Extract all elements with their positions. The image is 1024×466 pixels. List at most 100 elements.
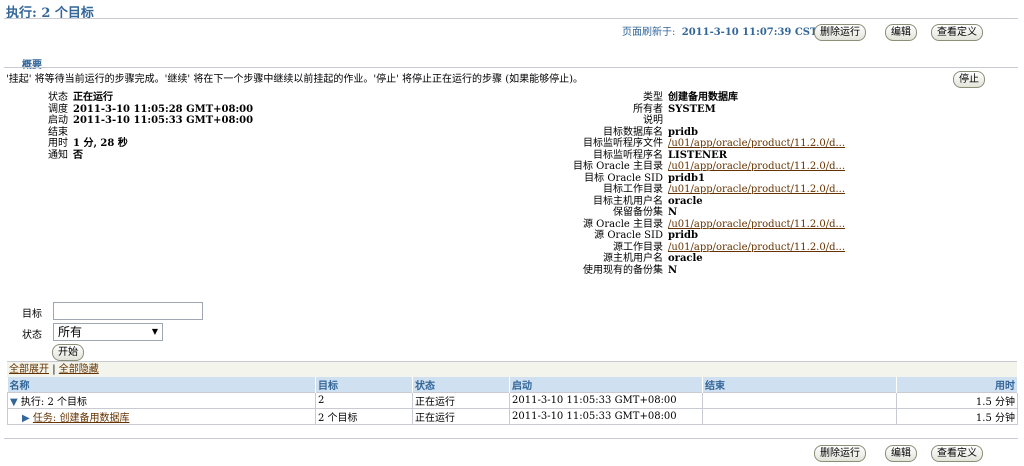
row-end [702,408,897,425]
summary-right-value: N [668,207,678,218]
table-header-row: 名称 目标 状态 启动 结束 用时 [7,377,1018,393]
chevron-down-icon: ▼ [151,327,158,336]
edit-button-bottom[interactable]: 编辑 [885,445,917,462]
summary-right-row: 目标监听程序文件/u01/app/oracle/product/11.2.0/d… [0,138,845,150]
summary-right-row: 使用现有的备份集 N [0,265,845,277]
summary-right-key: 所有者 [633,103,663,115]
col-name: 名称 [7,377,316,393]
summary-right-row: 源 Oracle 主目录/u01/app/oracle/product/11.2… [0,219,845,231]
execution-table: 全部展开 | 全部隐藏 名称 目标 状态 启动 结束 用时 ▼ 执行: 2 个目… [7,361,1018,425]
summary-right-row: 目标 Oracle 主目录/u01/app/oracle/product/11.… [0,161,845,173]
summary-right-row: 目标监听程序名 LISTENER [0,150,845,162]
summary-right-value: pridb [668,230,699,241]
summary-right-row: 类型 创建备用数据库 [0,92,845,104]
summary-right-key: 类型 [643,92,663,103]
summary-right-key: 目标监听程序名 [593,149,663,161]
status-select[interactable]: 所有 ▼ [53,323,163,341]
summary-right-key: 源主机用户名 [603,253,663,264]
summary-right-column: 类型 创建备用数据库 所有者 SYSTEM 说明 目标数据库名 pridb 目标监听程序文件 /… [0,92,845,276]
summary-right-key: 目标主机用户名 [593,195,663,207]
path-link[interactable]: /u01/app/oracle/product/11.2.0/d... [663,138,845,150]
row-status: 正在运行 [412,408,510,425]
triangle-down-icon[interactable]: ▼ [10,397,18,408]
summary-right-row: 源 Oracle SID pridb [0,230,845,242]
task-link[interactable]: 任务: 创建备用数据库 [33,413,130,424]
summary-right-value: SYSTEM [668,103,716,115]
summary-right-key: 目标 Oracle 主目录 [572,161,663,172]
summary-right-key: 目标工作目录 [603,184,663,195]
row-start: 2011-3-10 11:05:33 GMT+08:00 [509,408,703,425]
delete-run-button-bottom[interactable]: 删除运行 [814,445,866,462]
steps-table: 名称 目标 状态 启动 结束 用时 ▼ 执行: 2 个目标 2 正在运行 201… [7,377,1018,425]
title-divider [4,18,1018,19]
summary-right-value: 创建备用数据库 [668,92,738,103]
summary-title: 概要 [22,60,42,71]
summary-description: '挂起' 将等待当前运行的步骤完成。'继续' 将在下一个步骤中继续以前挂起的作业… [6,74,584,85]
summary-right-value: LISTENER [668,149,728,161]
summary-right-value: N [668,264,678,276]
delete-run-button[interactable]: 删除运行 [814,24,866,41]
col-status: 状态 [412,377,510,393]
summary-right-row: 源主机用户名 oracle [0,253,845,265]
toolbar-separator: | [52,364,56,375]
col-elapsed: 用时 [896,377,1018,393]
view-definition-button-bottom[interactable]: 查看定义 [931,445,983,462]
row-start: 2011-3-10 11:05:33 GMT+08:00 [509,392,703,409]
view-definition-button[interactable]: 查看定义 [931,24,983,41]
summary-right-row: 目标工作目录/u01/app/oracle/product/11.2.0/d..… [0,184,845,196]
summary-right-key: 源工作目录 [613,241,663,253]
row-status: 正在运行 [412,392,510,409]
table-row: ▶ 任务: 创建备用数据库 2 个目标 正在运行 2011-3-10 11:05… [7,408,1018,425]
go-button[interactable]: 开始 [52,344,84,361]
status-select-value: 所有 [58,325,83,339]
table-row: ▼ 执行: 2 个目标 2 正在运行 2011-3-10 11:05:33 GM… [7,392,1018,409]
summary-right-key: 使用现有的备份集 [583,264,663,276]
summary-divider [4,67,1018,68]
summary-right-value [663,115,668,127]
summary-right-key: 保留备份集 [613,207,663,218]
refresh-label: 页面刷新于: [622,27,676,38]
summary-right-key: 说明 [643,115,663,126]
row-end [702,392,897,409]
summary-right-row: 源工作目录/u01/app/oracle/product/11.2.0/d... [0,242,845,254]
row-name-cell: ▶ 任务: 创建备用数据库 [7,408,316,425]
target-input[interactable] [53,302,203,320]
status-label: 状态 [22,330,42,341]
col-target: 目标 [315,377,413,393]
summary-right-row: 目标数据库名 pridb [0,127,845,139]
bottom-divider [4,438,1018,439]
expand-all-link[interactable]: 全部展开 [9,364,49,375]
target-label: 目标 [22,309,42,320]
table-toolbar: 全部展开 | 全部隐藏 [7,361,1017,377]
summary-right-row: 保留备份集 N [0,207,845,219]
row-target: 2 个目标 [315,408,413,425]
summary-right-value: pridb [668,126,699,138]
path-link[interactable]: /u01/app/oracle/product/11.2.0/d... [663,219,845,231]
summary-right-key: 源 Oracle SID [594,230,663,241]
summary-right-key: 目标监听程序文件 [583,138,663,149]
summary-right-value: oracle [668,195,703,207]
summary-right-row: 说明 [0,115,845,127]
col-end: 结束 [702,377,897,393]
edit-button[interactable]: 编辑 [885,24,917,41]
row-elapsed: 1.5 分钟 [896,392,1018,409]
collapse-all-link[interactable]: 全部隐藏 [59,364,99,375]
summary-right-key: 源 Oracle 主目录 [582,218,663,230]
summary-right-key: 目标 Oracle SID [584,172,663,184]
row-name-cell: ▼ 执行: 2 个目标 [7,392,316,409]
path-link[interactable]: /u01/app/oracle/product/11.2.0/d... [663,242,845,254]
path-link[interactable]: /u01/app/oracle/product/11.2.0/d... [663,184,845,196]
row-elapsed: 1.5 分钟 [896,408,1018,425]
stop-button[interactable]: 停止 [953,71,985,88]
row-target: 2 [315,392,413,409]
triangle-right-icon[interactable]: ▶ [22,413,30,424]
summary-right-row: 目标主机用户名 oracle [0,196,845,208]
summary-right-value: oracle [668,253,703,264]
refresh-time: 2011-3-10 11:07:39 CST [681,27,818,38]
path-link[interactable]: /u01/app/oracle/product/11.2.0/d... [663,161,845,173]
summary-right-value: pridb1 [668,172,706,184]
summary-right-row: 所有者 SYSTEM [0,104,845,116]
page-refresh-info: 页面刷新于: 2011-3-10 11:07:39 CST [622,23,817,38]
row-name: 执行: 2 个目标 [20,397,87,408]
summary-right-row: 目标 Oracle SID pridb1 [0,173,845,185]
